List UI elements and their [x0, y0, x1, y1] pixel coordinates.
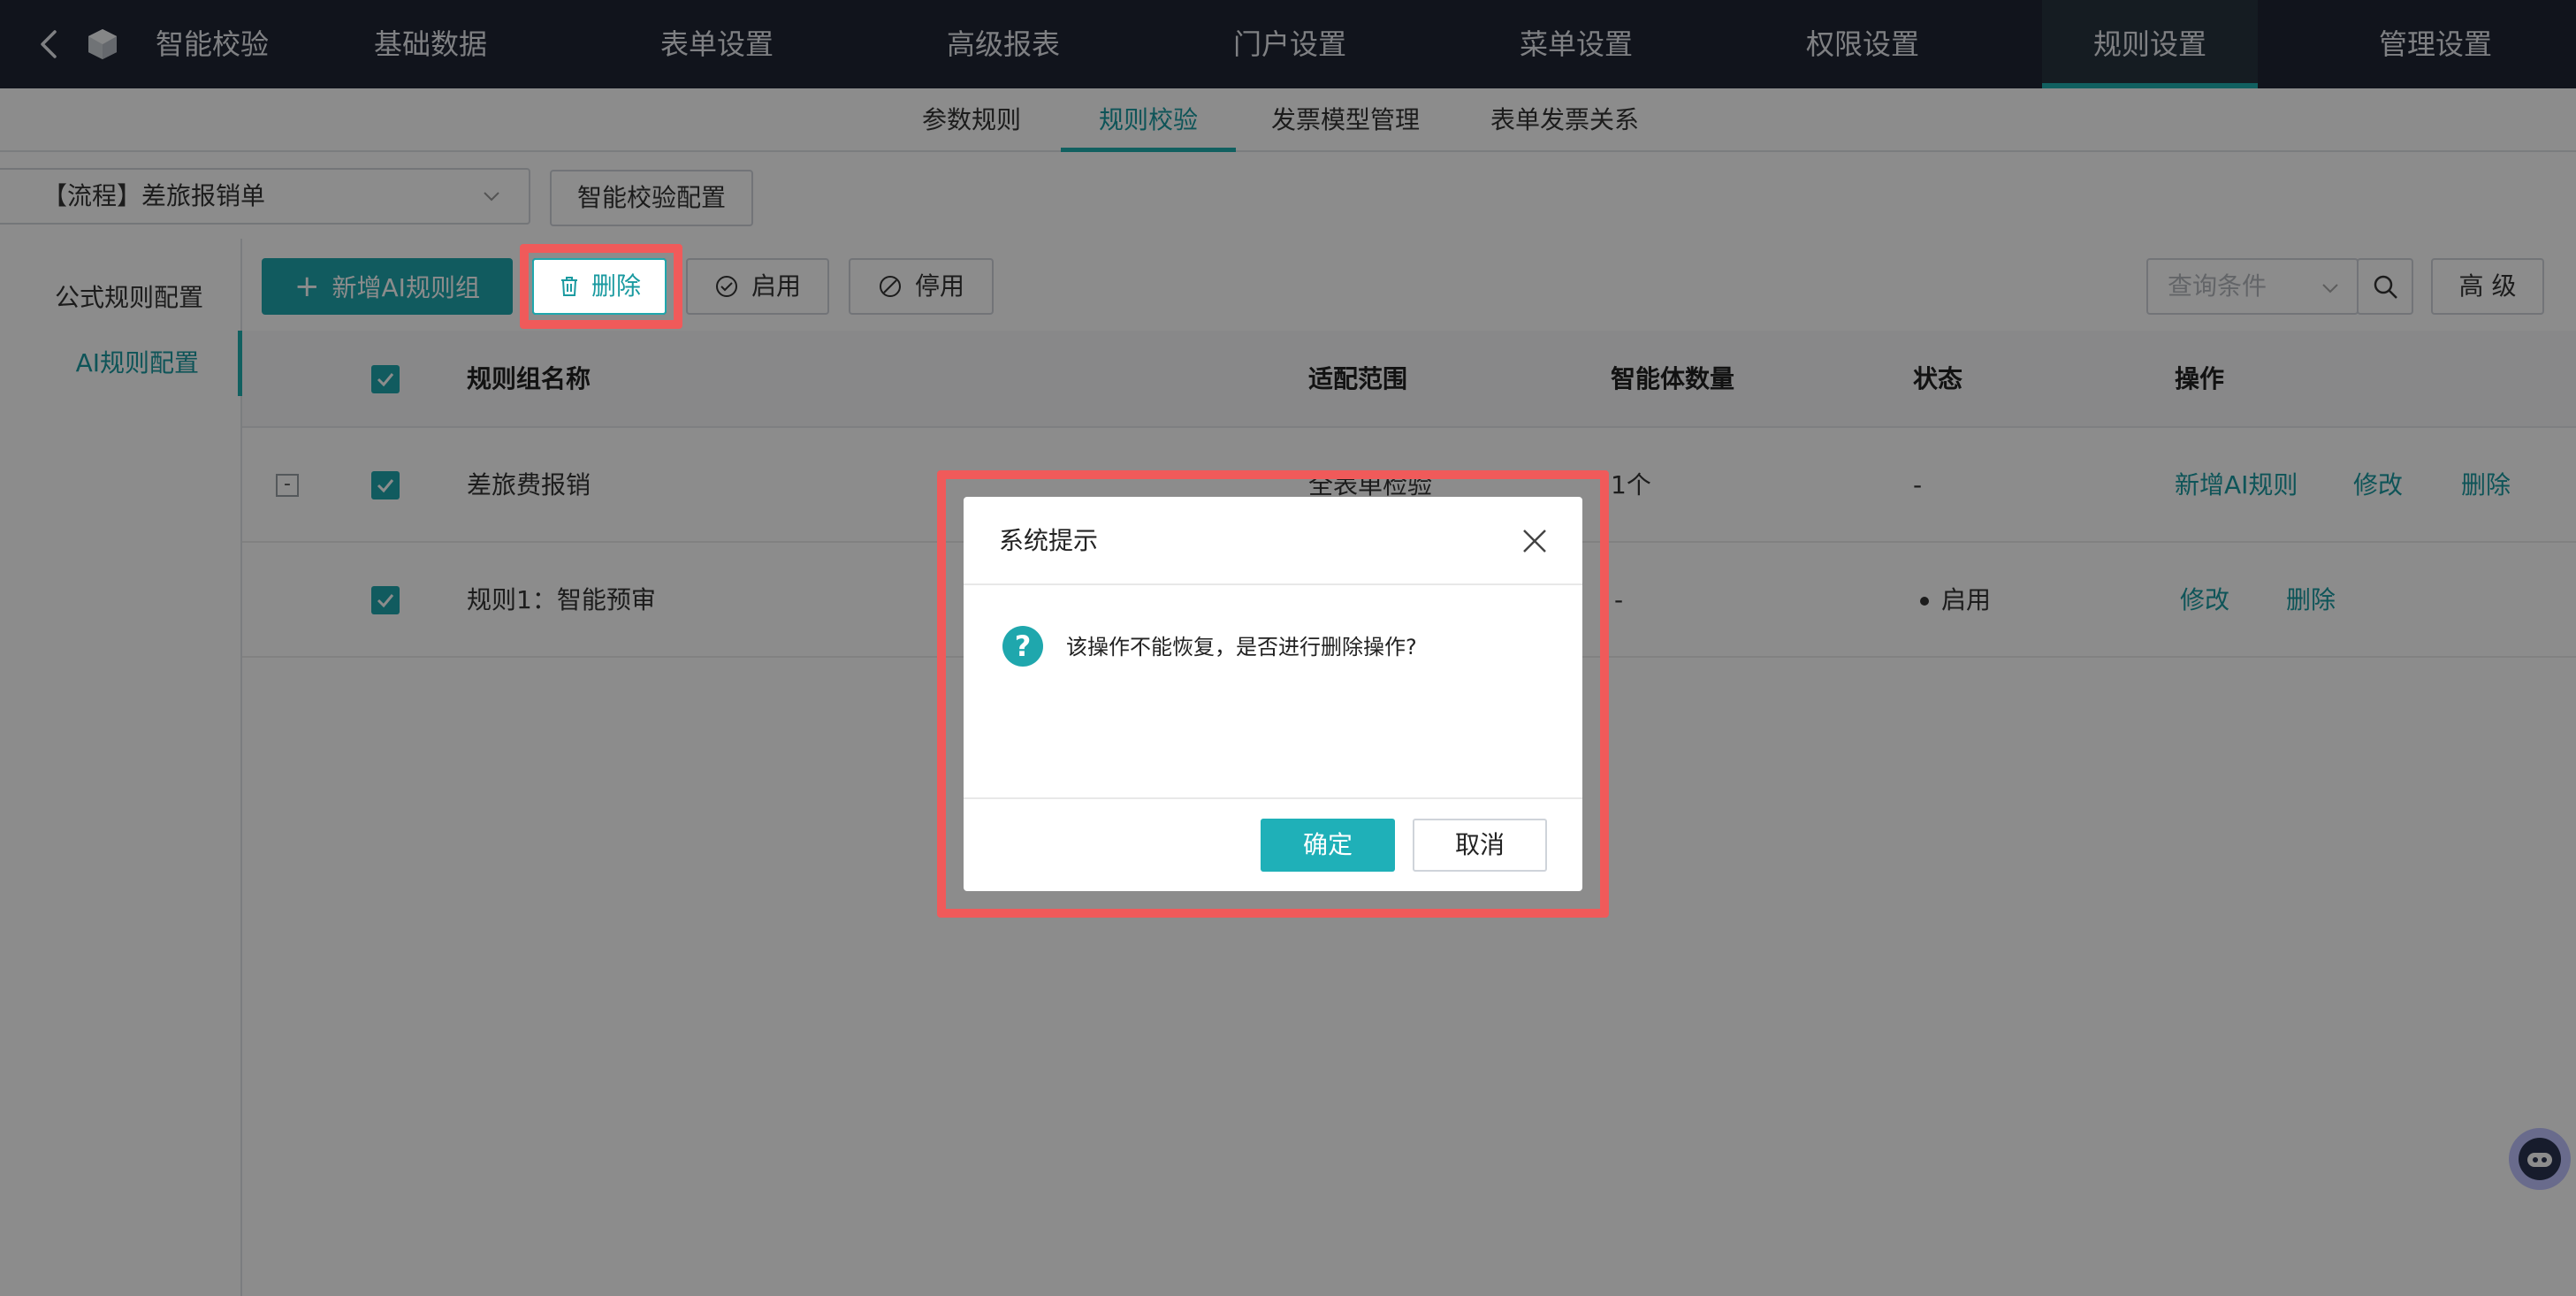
- dialog-highlight-box: [937, 470, 1609, 918]
- delete-button-highlight-box: [520, 244, 682, 329]
